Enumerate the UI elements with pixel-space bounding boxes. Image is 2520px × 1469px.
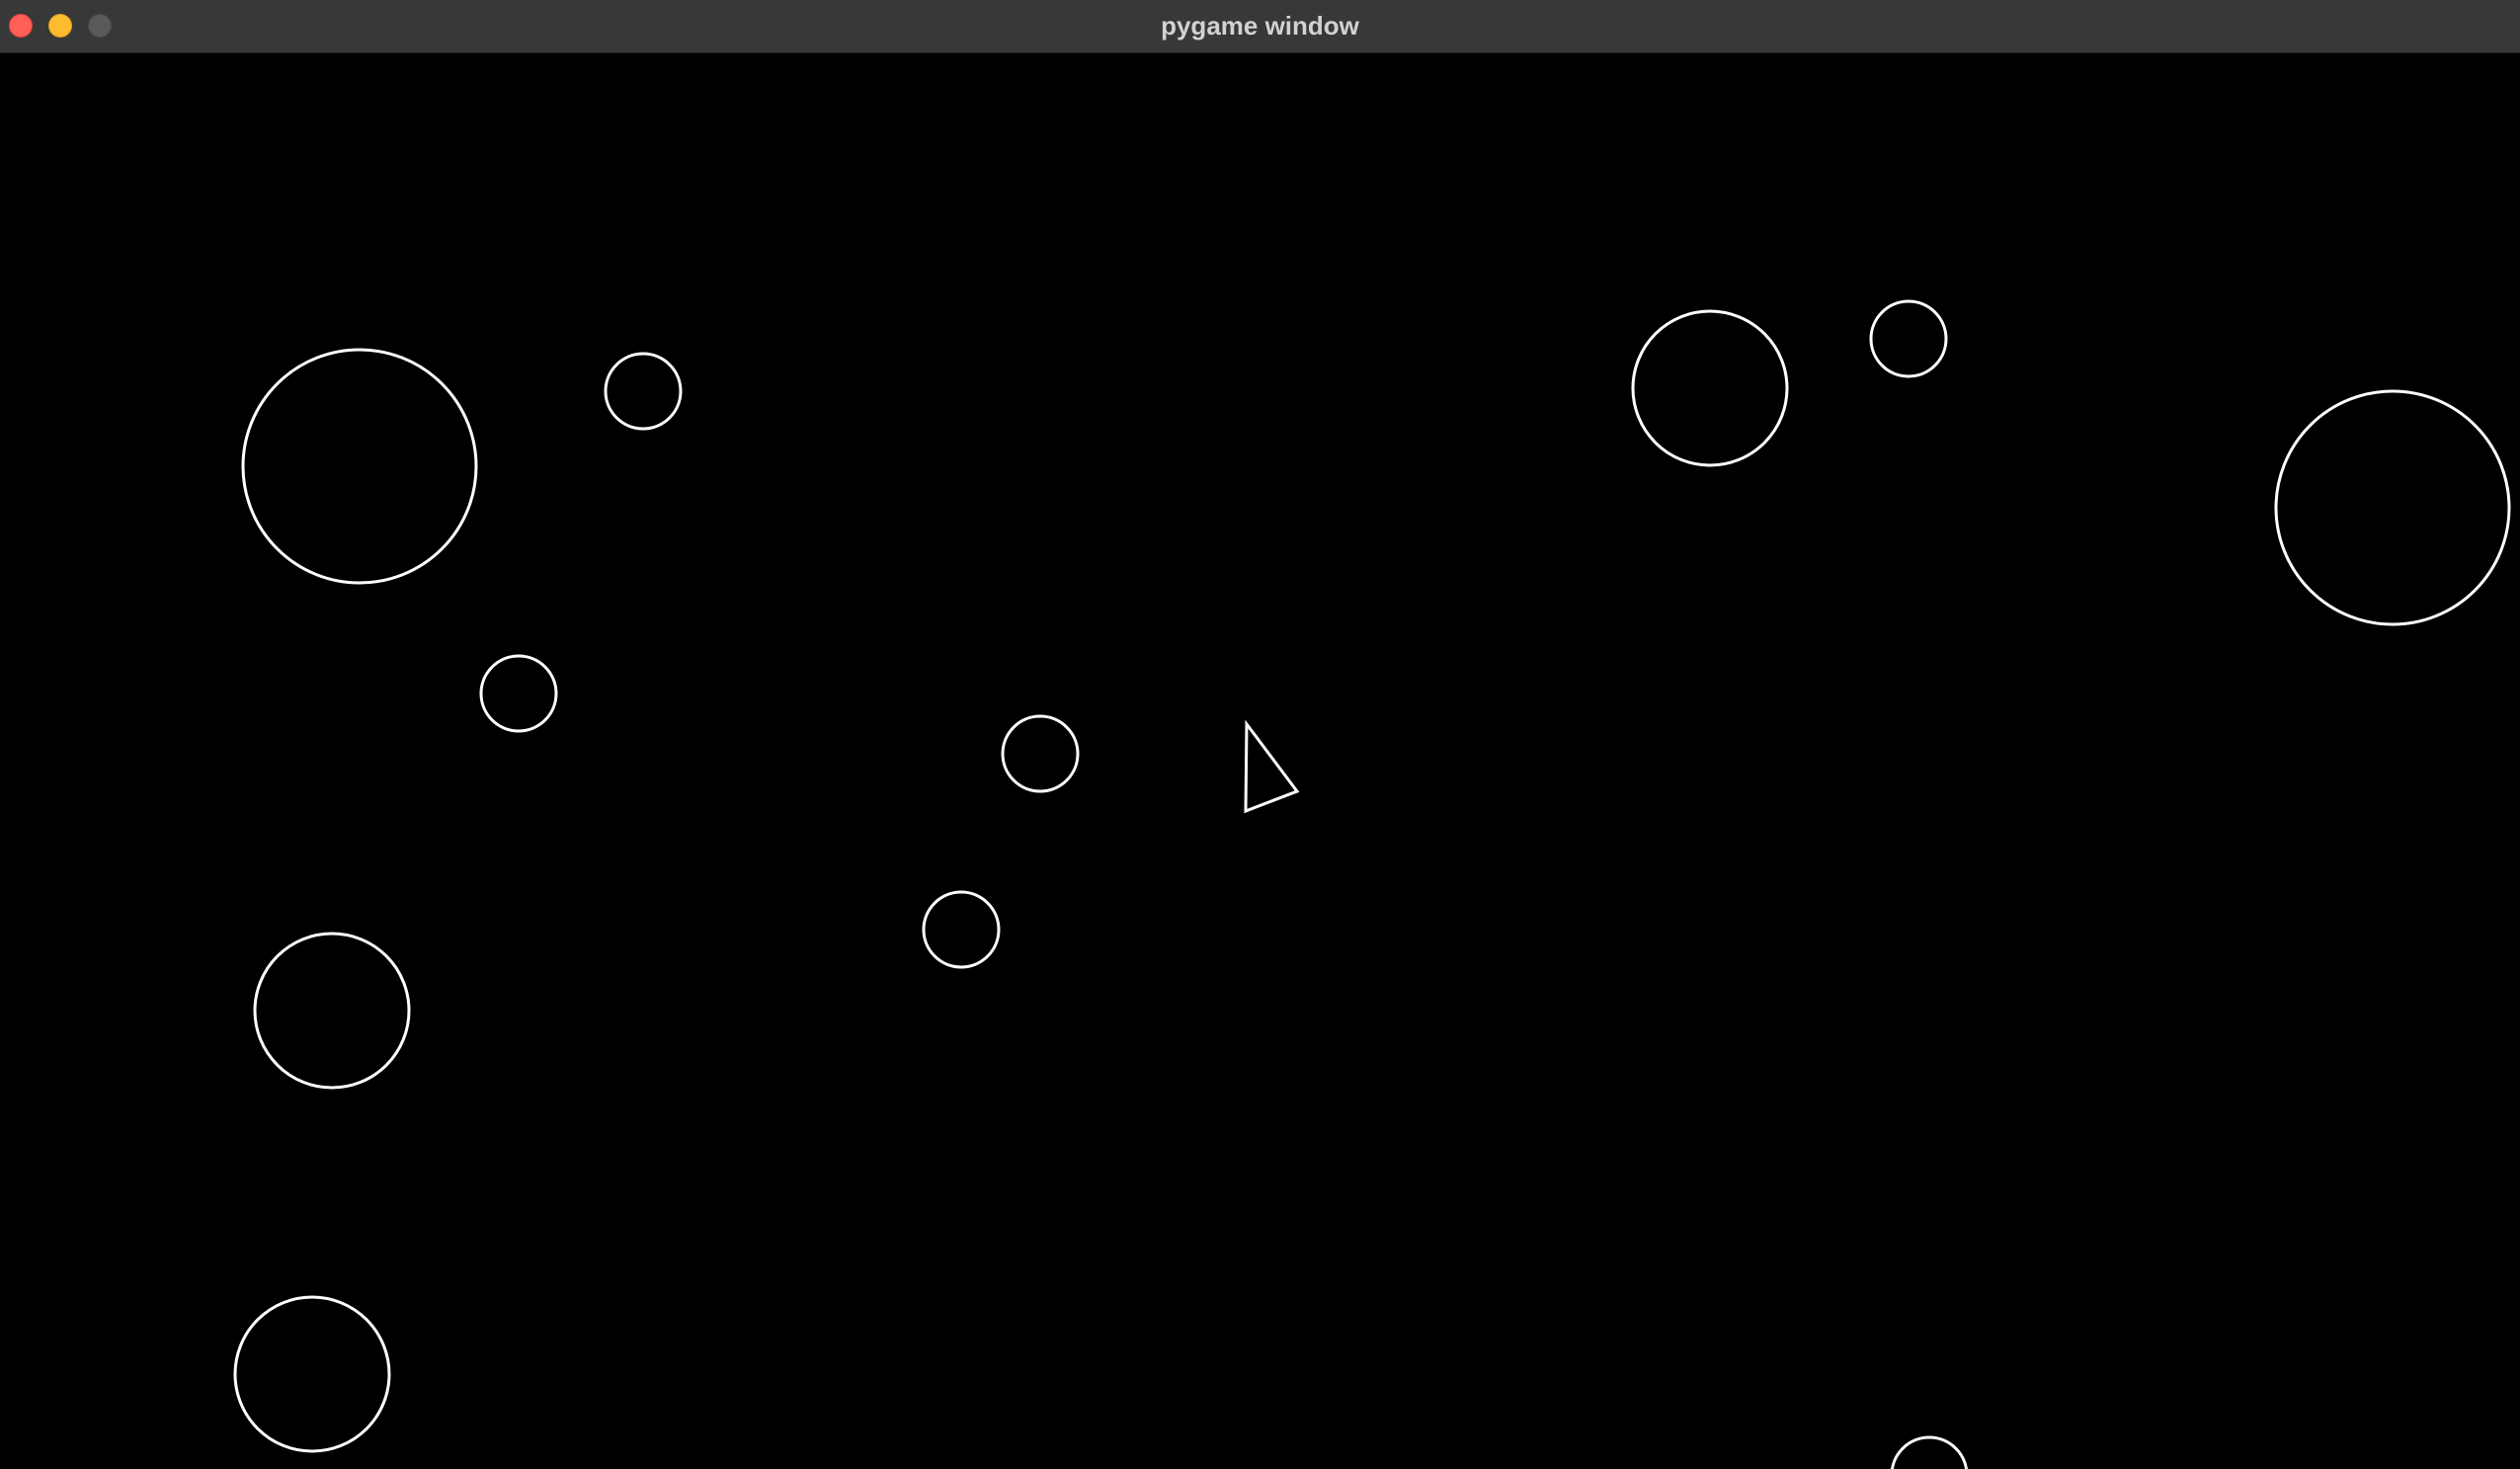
asteroid-small <box>604 352 683 431</box>
asteroid-medium <box>1631 309 1789 467</box>
window-title: pygame window <box>1161 11 1359 41</box>
game-scene <box>233 299 2511 1469</box>
asteroid-large <box>241 348 478 585</box>
asteroid-small <box>479 654 558 733</box>
title-bar[interactable]: pygame window <box>0 0 2520 53</box>
asteroid-large <box>2274 389 2511 626</box>
asteroid-medium <box>253 932 411 1090</box>
asteroid-medium <box>233 1295 391 1453</box>
pygame-window: pygame window <box>0 0 2520 1469</box>
asteroid-small <box>1890 1435 1969 1469</box>
asteroid-small <box>1001 714 1080 793</box>
asteroid-small <box>1869 299 1948 378</box>
game-canvas[interactable] <box>0 53 2520 1469</box>
asteroid-small <box>922 890 1001 969</box>
player-ship-icon <box>1244 719 1300 814</box>
